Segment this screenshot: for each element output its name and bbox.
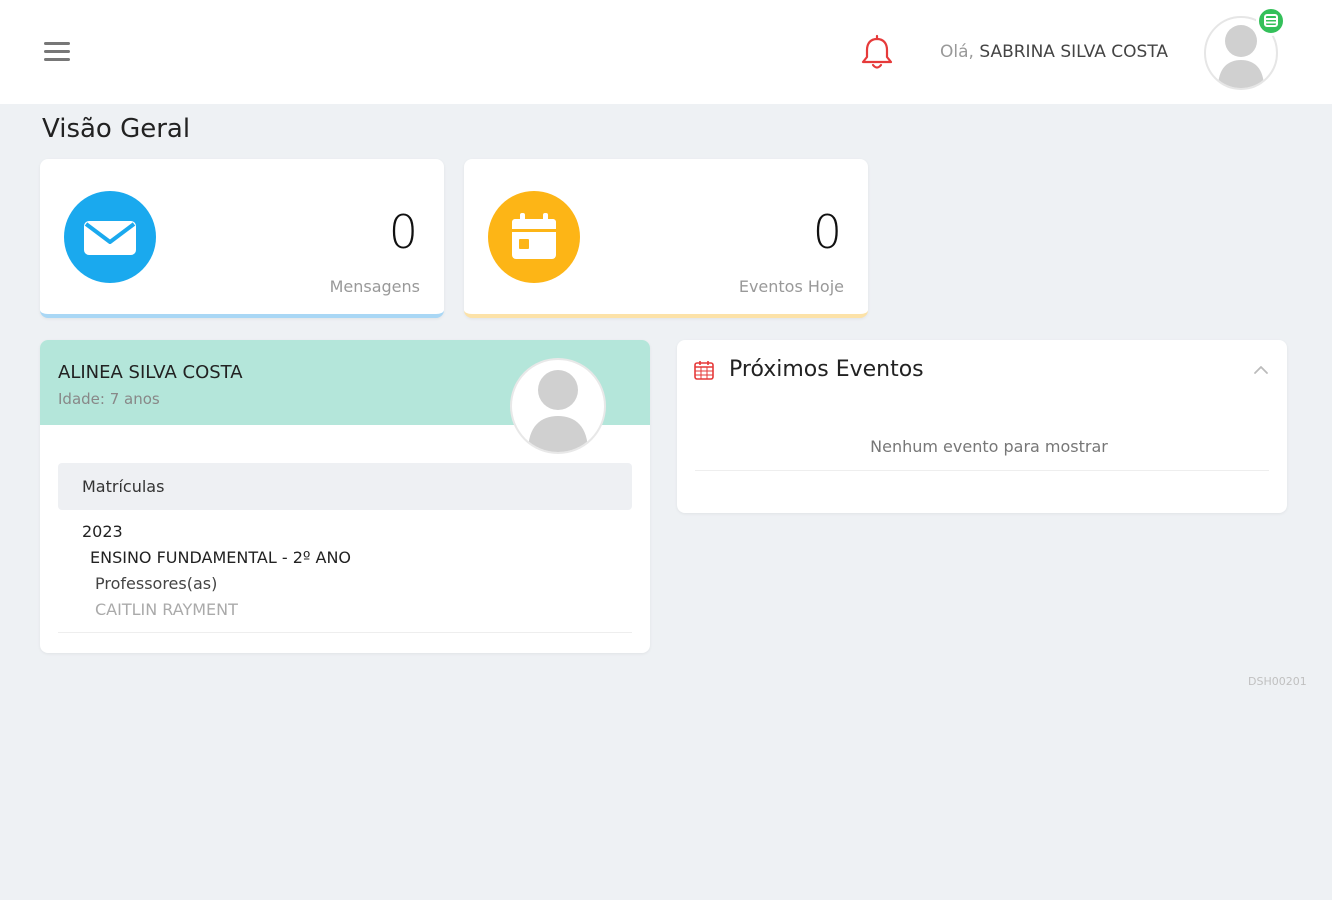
enrollments-header[interactable]: Matrículas bbox=[58, 463, 632, 510]
calendar-icon bbox=[693, 359, 715, 381]
upcoming-events-title: Próximos Eventos bbox=[729, 357, 924, 382]
teachers-label: Professores(as) bbox=[95, 574, 218, 593]
page-title: Visão Geral bbox=[42, 114, 191, 144]
chevron-up-icon[interactable] bbox=[1251, 360, 1271, 380]
user-greeting: Olá, SABRINA SILVA COSTA bbox=[940, 42, 1168, 62]
student-card: ALINEA SILVA COSTA Idade: 7 anos Matrícu… bbox=[40, 340, 650, 653]
divider bbox=[695, 470, 1269, 471]
messages-card[interactable]: 0 Mensagens bbox=[40, 159, 444, 318]
events-today-label: Eventos Hoje bbox=[738, 277, 844, 296]
screen-code: DSH00201 bbox=[1248, 675, 1307, 688]
events-empty-message: Nenhum evento para mostrar bbox=[870, 437, 1108, 456]
enrollment-year: 2023 bbox=[82, 522, 123, 541]
envelope-icon bbox=[64, 191, 156, 283]
events-today-count: 0 bbox=[812, 205, 842, 259]
upcoming-events-card: Próximos Eventos Nenhum evento para most… bbox=[677, 340, 1287, 513]
user-name: SABRINA SILVA COSTA bbox=[979, 42, 1169, 62]
events-today-card[interactable]: 0 Eventos Hoje bbox=[464, 159, 868, 318]
messages-count: 0 bbox=[388, 205, 418, 259]
greeting-prefix: Olá, bbox=[940, 42, 974, 62]
messages-label: Mensagens bbox=[329, 277, 420, 296]
person-icon bbox=[528, 370, 588, 452]
divider bbox=[58, 632, 632, 633]
student-age: Idade: 7 anos bbox=[58, 390, 160, 408]
enrollment-grade: ENSINO FUNDAMENTAL - 2º ANO bbox=[90, 548, 351, 567]
teacher-name: CAITLIN RAYMENT bbox=[95, 600, 238, 619]
calendar-icon bbox=[488, 191, 580, 283]
student-name: ALINEA SILVA COSTA bbox=[58, 362, 243, 383]
enrollments-title: Matrículas bbox=[82, 477, 165, 496]
menu-icon[interactable] bbox=[40, 38, 74, 66]
online-status-badge-icon[interactable] bbox=[1256, 6, 1286, 36]
notification-bell-icon[interactable] bbox=[856, 32, 898, 74]
student-avatar[interactable] bbox=[510, 358, 606, 454]
top-bar: Olá, SABRINA SILVA COSTA bbox=[0, 0, 1332, 104]
